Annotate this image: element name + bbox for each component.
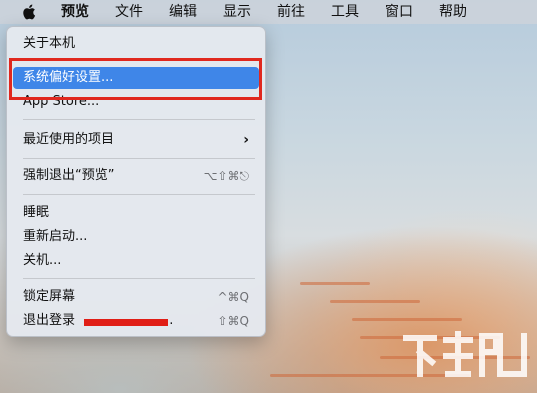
apple-logo-icon[interactable] xyxy=(22,4,36,20)
shut-down-item[interactable]: 关机... xyxy=(13,250,259,272)
menu-tools[interactable]: 工具 xyxy=(318,0,372,24)
system-preferences-label: 系统偏好设置... xyxy=(23,70,114,85)
menu-window[interactable]: 窗口 xyxy=(372,0,426,24)
redaction-bar xyxy=(84,319,168,326)
shut-down-label: 关机... xyxy=(23,253,62,268)
app-store-item[interactable]: App Store... xyxy=(13,91,259,113)
lock-screen-item[interactable]: 锁定屏幕 ^⌘Q xyxy=(13,286,259,308)
menu-go[interactable]: 前往 xyxy=(264,0,318,24)
restart-item[interactable]: 重新启动... xyxy=(13,226,259,248)
download-site-watermark-icon xyxy=(403,331,527,377)
recent-items-item[interactable]: 最近使用的项目 › xyxy=(13,129,259,151)
force-quit-label: 强制退出“预览” xyxy=(23,168,115,183)
menu-edit[interactable]: 编辑 xyxy=(156,0,210,24)
menu-separator xyxy=(23,158,255,159)
menu-separator xyxy=(23,194,255,195)
menu-help[interactable]: 帮助 xyxy=(426,0,480,24)
menu-view[interactable]: 显示 xyxy=(210,0,264,24)
recent-items-label: 最近使用的项目 xyxy=(23,132,115,147)
menu-file[interactable]: 文件 xyxy=(102,0,156,24)
menu-separator xyxy=(23,278,255,279)
sleep-label: 睡眠 xyxy=(23,205,50,220)
lock-screen-shortcut: ^⌘Q xyxy=(217,290,250,304)
wallpaper-rock-stripe xyxy=(330,300,420,303)
log-out-label: 退出登录 xyxy=(23,313,76,328)
apple-menu-dropdown: 关于本机 系统偏好设置... App Store... 最近使用的项目 › 强制… xyxy=(6,26,266,337)
about-this-mac-label: 关于本机 xyxy=(23,36,76,51)
app-store-label: App Store... xyxy=(23,94,100,109)
sleep-item[interactable]: 睡眠 xyxy=(13,202,259,224)
menu-bar: 预览 文件 编辑 显示 前往 工具 窗口 帮助 xyxy=(0,0,537,24)
log-out-shortcut: ⇧⌘Q xyxy=(217,314,250,328)
force-quit-shortcut: ⌥⇧⌘⎋ xyxy=(203,169,249,183)
wallpaper-rock-stripe xyxy=(352,318,462,321)
menu-preview[interactable]: 预览 xyxy=(48,0,102,24)
menu-separator xyxy=(23,60,255,61)
menu-separator xyxy=(23,119,255,120)
system-preferences-item[interactable]: 系统偏好设置... xyxy=(13,67,259,89)
wallpaper-rock-stripe xyxy=(300,282,370,285)
lock-screen-label: 锁定屏幕 xyxy=(23,289,76,304)
submenu-chevron-icon: › xyxy=(243,132,249,148)
restart-label: 重新启动... xyxy=(23,229,88,244)
about-this-mac-item[interactable]: 关于本机 xyxy=(13,33,259,55)
force-quit-item[interactable]: 强制退出“预览” ⌥⇧⌘⎋ xyxy=(13,165,259,187)
